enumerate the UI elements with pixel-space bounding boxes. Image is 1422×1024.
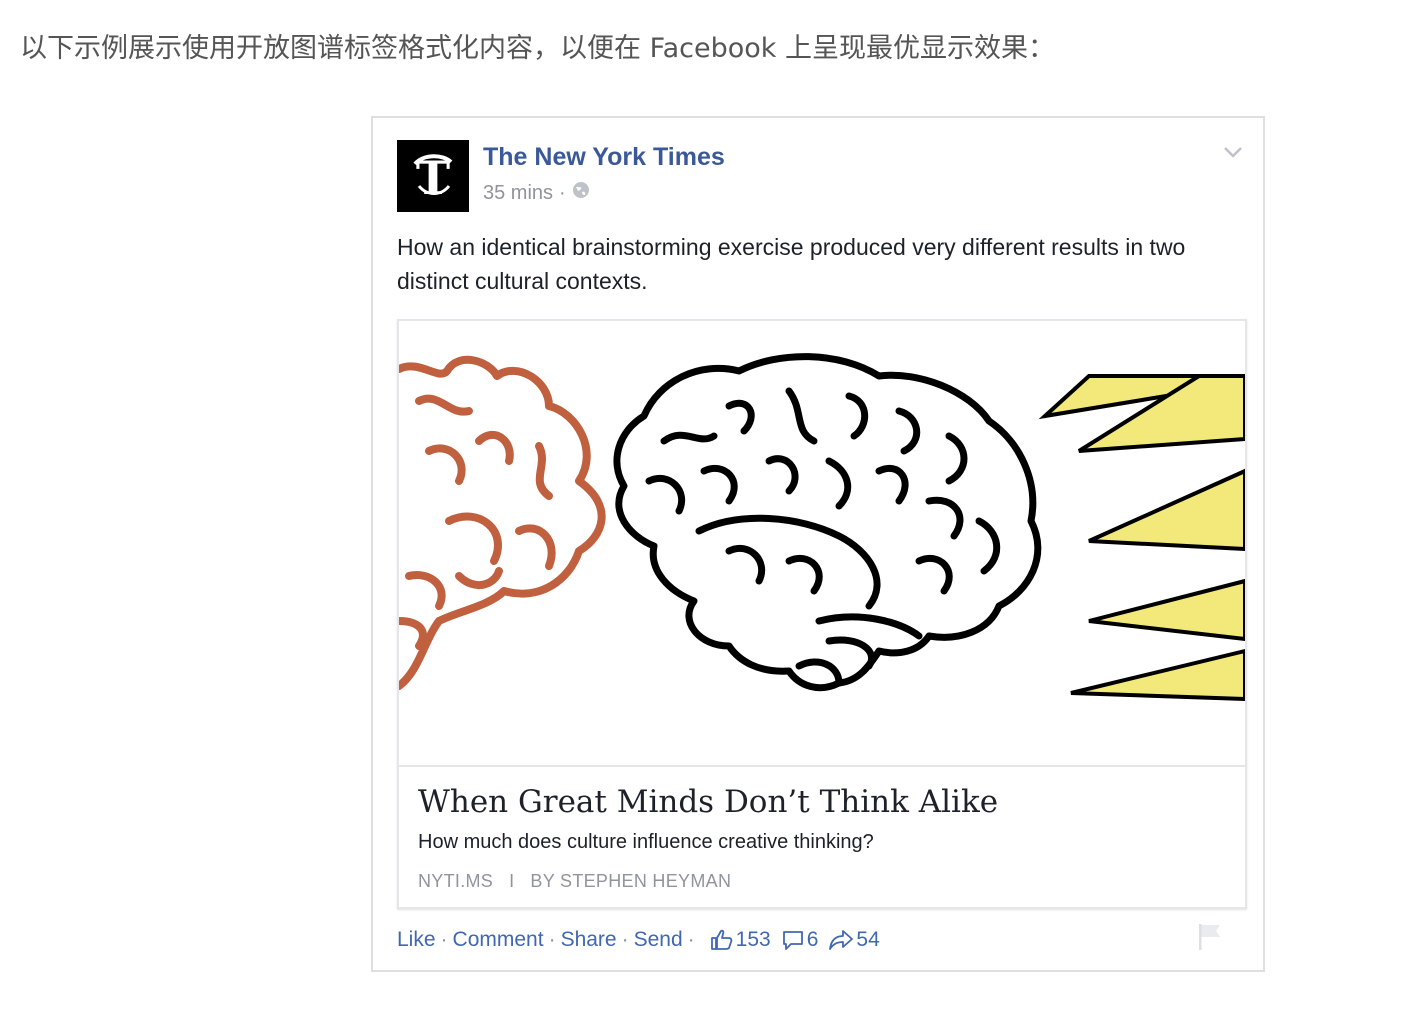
thumbs-up-icon <box>710 928 734 952</box>
action-separator: · <box>548 928 556 951</box>
comment-count[interactable]: 6 <box>781 928 819 952</box>
link-description: How much does culture influence creative… <box>418 831 874 853</box>
comment-link[interactable]: Comment <box>453 928 544 952</box>
post-actions: Like · Comment · Share · Send · 153 6 54 <box>397 928 880 952</box>
post-text: How an identical brainstorming exercise … <box>397 234 1186 294</box>
comment-icon <box>781 928 805 952</box>
share-arrow-icon <box>828 928 854 952</box>
facebook-post-card: T The New York Times 35 mins · How an id… <box>371 116 1265 972</box>
share-count-value: 54 <box>856 928 880 951</box>
like-link[interactable]: Like <box>397 928 436 952</box>
chevron-down-icon[interactable] <box>1221 140 1245 164</box>
globe-icon <box>572 181 590 205</box>
action-separator: · <box>440 928 448 951</box>
share-count[interactable]: 54 <box>828 928 880 952</box>
brain-illustration[interactable] <box>399 321 1245 767</box>
like-count-value: 153 <box>735 928 771 951</box>
like-count[interactable]: 153 <box>710 928 771 952</box>
share-link[interactable]: Share <box>561 928 617 952</box>
nyt-logo-icon[interactable]: T <box>397 140 469 212</box>
intro-text: 以下示例展示使用开放图谱标签格式化内容，以便在 Facebook 上呈现最优显示… <box>20 33 1056 64</box>
post-time[interactable]: 35 mins <box>483 182 553 205</box>
flag-icon[interactable] <box>1197 922 1223 952</box>
link-preview[interactable]: When Great Minds Don’t Think Alike How m… <box>397 319 1247 909</box>
action-separator: · <box>621 928 629 951</box>
link-caption: NYTI.MS I BY STEPHEN HEYMAN <box>418 871 731 892</box>
meta-separator: · <box>559 181 566 204</box>
link-domain: NYTI.MS <box>418 871 494 891</box>
send-link[interactable]: Send <box>634 928 683 952</box>
action-separator: · <box>687 928 695 951</box>
page-name-link[interactable]: The New York Times <box>483 143 725 172</box>
caption-separator: I <box>509 871 515 891</box>
comment-count-value: 6 <box>806 928 819 951</box>
link-byline: BY STEPHEN HEYMAN <box>530 871 732 891</box>
post-meta: 35 mins · <box>483 181 590 205</box>
link-title[interactable]: When Great Minds Don’t Think Alike <box>418 784 998 820</box>
